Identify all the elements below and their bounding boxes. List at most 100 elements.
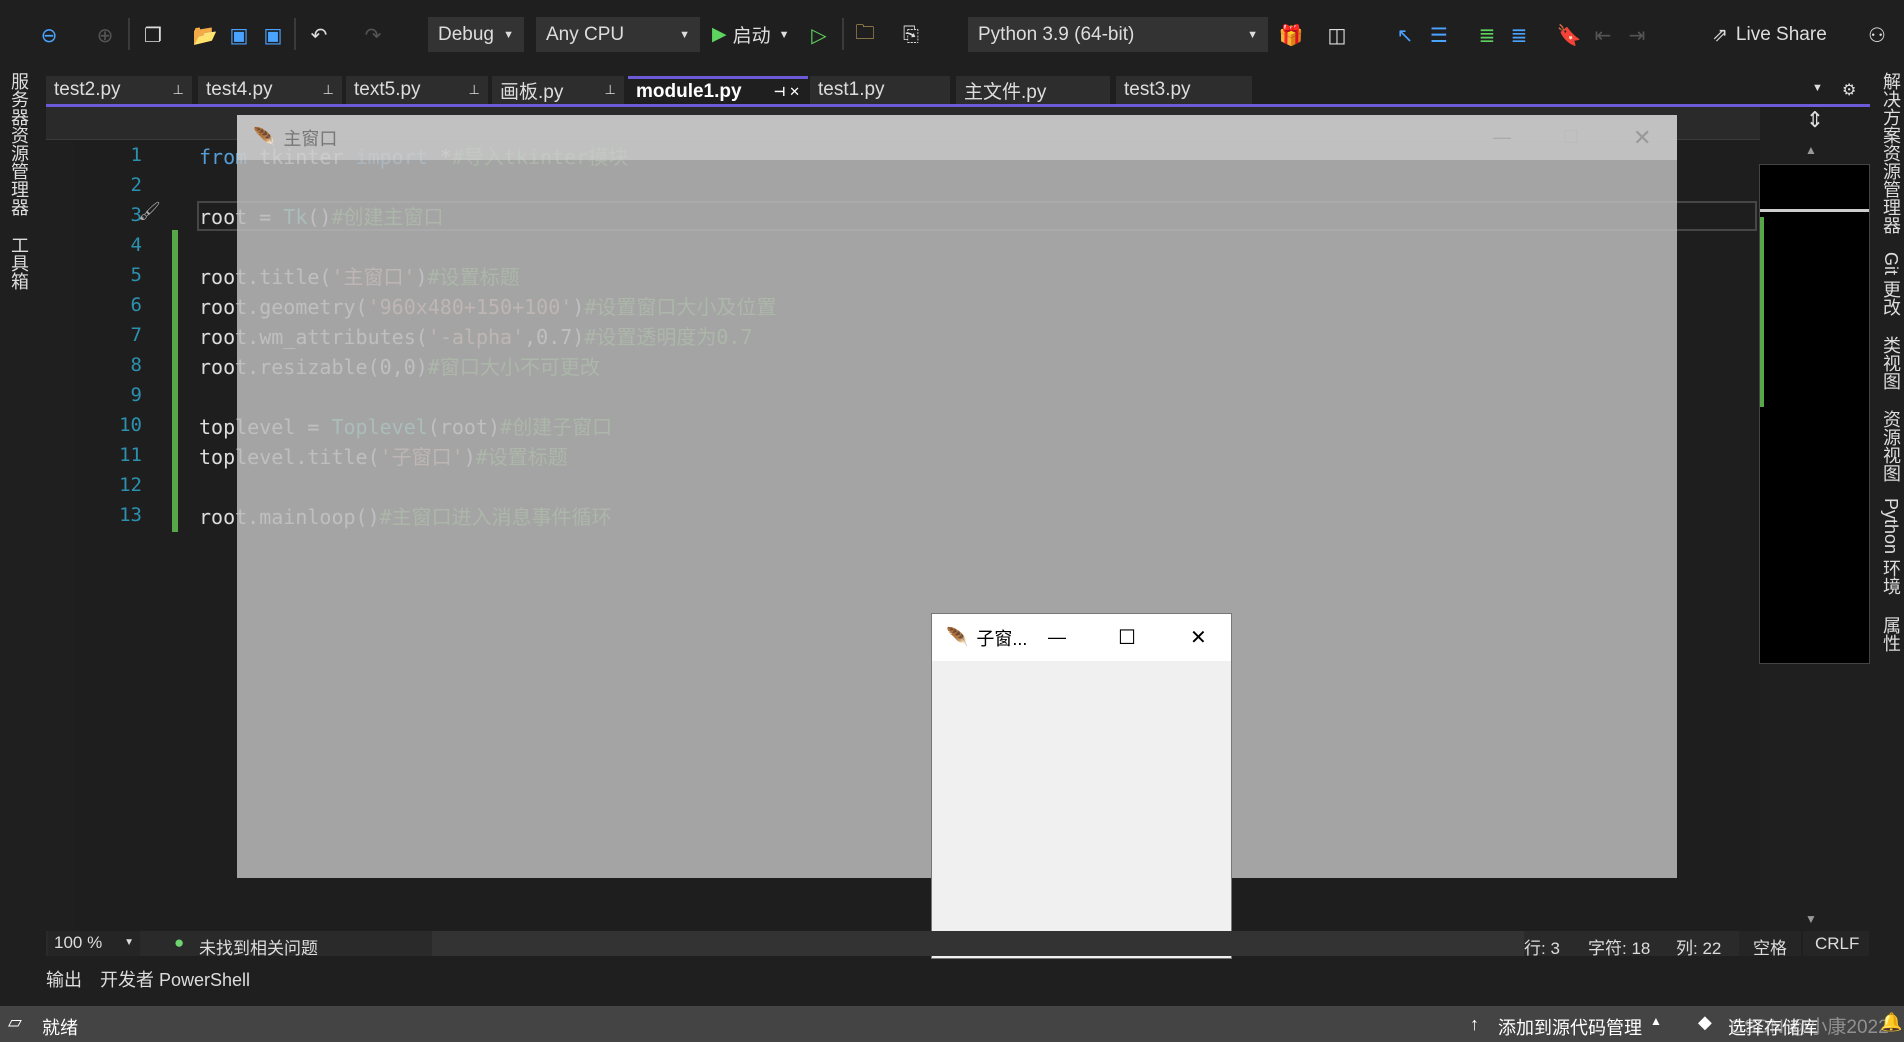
- tab-test4py[interactable]: test4.py ⊥: [198, 76, 342, 104]
- bookmark-icon[interactable]: 🔖: [1556, 22, 1582, 48]
- toolbox-tab[interactable]: 工具箱: [6, 236, 32, 290]
- platform-value: Any CPU: [546, 23, 625, 45]
- toolbar: ⊖ ⊕ ❐ 📂 ▣ ▣ ↶ ↷ Debug ▼ Any CPU ▼ ▶ 启动 ▼ ▷ 🗀…: [0, 0, 1904, 68]
- tab-label: 主文件.py: [964, 81, 1047, 103]
- new-project-icon[interactable]: ❐: [140, 22, 166, 48]
- live-share-label: Live Share: [1735, 24, 1827, 45]
- line-number: 7: [130, 324, 142, 346]
- pin-close-icon[interactable]: ⊣ ✕: [774, 84, 800, 100]
- find-in-files-icon[interactable]: 🗀: [852, 22, 878, 48]
- main-window-titlebar: 🪶 主窗口 — ☐ ✕: [237, 115, 1677, 160]
- tab-module1py[interactable]: module1.py ⊣ ✕: [628, 76, 808, 104]
- minimize-icon[interactable]: —: [1048, 627, 1066, 648]
- start-button[interactable]: ▶ 启动 ▼: [712, 17, 790, 52]
- horizontal-scrollbar[interactable]: [432, 931, 1532, 956]
- minimize-icon[interactable]: —: [1493, 127, 1511, 148]
- tab-test1py[interactable]: test1.py: [810, 76, 950, 104]
- tab-label: test4.py: [206, 79, 273, 100]
- right-tab[interactable]: 类视图: [1878, 336, 1904, 390]
- zoom-value: 100 %: [54, 933, 103, 952]
- comment-icon[interactable]: ≣: [1474, 22, 1500, 48]
- settings-icon[interactable]: ⚙: [1842, 80, 1856, 100]
- indent-button[interactable]: 空格: [1739, 931, 1801, 958]
- maximize-icon[interactable]: ☐: [1118, 625, 1136, 650]
- add-source-control-button[interactable]: 添加到源代码管理: [1498, 1014, 1642, 1040]
- forward-icon[interactable]: ⊕: [92, 22, 118, 48]
- undo-icon[interactable]: ↶: [306, 22, 332, 48]
- pin-icon[interactable]: ⊥: [469, 82, 480, 98]
- start-without-debug-icon[interactable]: ▷: [806, 22, 832, 48]
- platform-dropdown[interactable]: Any CPU ▼: [536, 17, 700, 52]
- line-number: 行: 3: [1524, 939, 1560, 958]
- scroll-up-icon[interactable]: ▲: [1805, 143, 1817, 157]
- status-bar: ▱ 就绪 ↑ 添加到源代码管理 ▲ ◆ 选择存储库 CSDN @小康2022 🔔: [0, 1006, 1904, 1042]
- live-share-button[interactable]: ⇗ Live Share: [1712, 20, 1827, 50]
- uncomment-icon[interactable]: ≣: [1506, 22, 1532, 48]
- account-icon[interactable]: ⚇: [1864, 22, 1890, 48]
- tab-text5py[interactable]: text5.py ⊥: [346, 76, 488, 104]
- zoom-dropdown[interactable]: 100 % ▼: [48, 931, 140, 956]
- format-icon[interactable]: ☰: [1426, 22, 1452, 48]
- scroll-down-icon[interactable]: ▼: [1805, 912, 1817, 926]
- next-bookmark-icon[interactable]: ⇥: [1624, 22, 1650, 48]
- pin-icon[interactable]: ⊥: [323, 82, 334, 98]
- save-icon[interactable]: ▣: [226, 22, 252, 48]
- tab-py[interactable]: 主文件.py: [956, 76, 1110, 104]
- tab-output[interactable]: 输出: [46, 966, 82, 992]
- right-tab[interactable]: Git 更改: [1878, 252, 1904, 316]
- open-folder-icon[interactable]: 📂: [192, 22, 218, 48]
- tab-label: 画板.py: [500, 81, 564, 103]
- quick-action-icon[interactable]: 🖌: [138, 201, 161, 222]
- python-env-dropdown[interactable]: Python 3.9 (64-bit) ▼: [968, 17, 1268, 52]
- layout-icon[interactable]: ◫: [1324, 22, 1350, 48]
- line-number: 4: [130, 234, 142, 256]
- child-window-title: 子窗...: [976, 628, 1028, 649]
- tab-label: test2.py: [54, 79, 121, 100]
- right-tab[interactable]: Python 环境: [1878, 498, 1904, 595]
- tab-label: test1.py: [818, 79, 885, 100]
- right-tab[interactable]: 解决方案资源管理器: [1878, 72, 1904, 234]
- tab-py[interactable]: 画板.py ⊥: [492, 76, 624, 104]
- split-icon[interactable]: ⇕: [1760, 107, 1870, 140]
- close-icon[interactable]: ✕: [1633, 125, 1651, 151]
- prev-bookmark-icon[interactable]: ⇤: [1590, 22, 1616, 48]
- eol-button[interactable]: CRLF: [1803, 931, 1869, 956]
- config-dropdown[interactable]: Debug ▼: [428, 17, 524, 52]
- line-number: 5: [130, 264, 142, 286]
- line-number: 8: [130, 354, 142, 376]
- play-icon: ▶: [712, 24, 727, 45]
- server-explorer-tab[interactable]: 服务器资源管理器: [6, 72, 32, 216]
- step-icon[interactable]: ↖: [1392, 22, 1418, 48]
- line-number: 11: [119, 444, 142, 466]
- document-tabs: test2.py ⊥ test4.py ⊥ text5.py ⊥ 画板.py ⊥ module1…: [46, 74, 1860, 106]
- issues-status[interactable]: 未找到相关问题: [199, 934, 318, 959]
- notification-icon[interactable]: 🔔: [1880, 1012, 1902, 1033]
- python-env-value: Python 3.9 (64-bit): [978, 23, 1135, 45]
- tab-list-icon[interactable]: ▼: [1812, 82, 1823, 94]
- publish-icon[interactable]: ⎘: [898, 22, 924, 48]
- feather-icon: 🪶: [946, 627, 969, 647]
- tab-test2py[interactable]: test2.py ⊥: [46, 76, 192, 104]
- redo-icon[interactable]: ↷: [360, 22, 386, 48]
- left-sidebar: 服务器资源管理器 工具箱: [0, 68, 46, 1008]
- main-window-title: 主窗口: [283, 128, 338, 149]
- editor-status-strip: 100 %▼ ● 未找到相关问题 行: 3 行: 3 行: 3 字符: 18 列…: [46, 931, 1760, 959]
- line-number: 1: [130, 144, 142, 166]
- gift-icon[interactable]: 🎁: [1278, 22, 1304, 48]
- watermark: CSDN @小康2022: [1730, 1017, 1889, 1038]
- tab-label: text5.py: [354, 79, 421, 100]
- pin-icon[interactable]: ⊥: [605, 82, 616, 98]
- tk-child-window[interactable]: 🪶 子窗... — ☐ ✕: [931, 613, 1232, 959]
- maximize-icon[interactable]: ☐: [1563, 127, 1579, 148]
- tab-test3py[interactable]: test3.py: [1116, 76, 1252, 104]
- feather-icon: 🪶: [253, 127, 276, 147]
- close-icon[interactable]: ✕: [1190, 625, 1207, 650]
- minimap-scrollbar[interactable]: [1759, 164, 1870, 664]
- right-tab[interactable]: 资源视图: [1878, 410, 1904, 482]
- save-all-icon[interactable]: ▣: [260, 22, 286, 48]
- back-icon[interactable]: ⊖: [36, 22, 62, 48]
- tab-label: test3.py: [1124, 79, 1191, 100]
- pin-icon[interactable]: ⊥: [173, 82, 184, 98]
- right-tab[interactable]: 属性: [1878, 616, 1904, 652]
- tab-developer-powershell[interactable]: 开发者 PowerShell: [100, 966, 250, 992]
